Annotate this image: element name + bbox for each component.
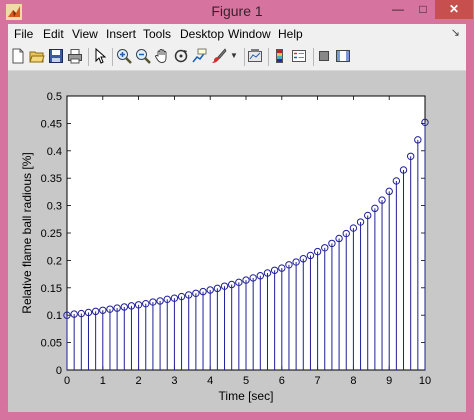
y-tick-label: 0.1 [47, 310, 62, 322]
x-tick-label: 8 [350, 375, 356, 387]
zoom-out-icon[interactable] [135, 48, 151, 64]
pointer-icon[interactable] [92, 48, 108, 64]
toolbar-separator [268, 48, 269, 66]
y-tick-label: 0.2 [47, 255, 62, 267]
save-icon[interactable] [48, 48, 64, 64]
pan-hand-icon[interactable] [154, 48, 170, 64]
figure-toolbar: ▼ [8, 44, 466, 71]
brush-icon[interactable] [211, 48, 227, 64]
toolbar-separator [244, 48, 245, 66]
menu-insert[interactable]: Insert [106, 27, 136, 41]
menu-file[interactable]: File [14, 27, 33, 41]
x-axis-label: Time [sec] [219, 389, 274, 403]
zoom-in-icon[interactable] [116, 48, 132, 64]
toolbar-separator [112, 48, 113, 66]
menu-edit[interactable]: Edit [43, 27, 64, 41]
data-cursor-icon[interactable] [192, 48, 208, 64]
open-file-icon[interactable] [29, 48, 45, 64]
toolbar-separator [313, 48, 314, 66]
brush-dropdown-icon[interactable]: ▼ [230, 48, 238, 64]
x-tick-label: 9 [386, 375, 392, 387]
y-tick-label: 0.45 [41, 118, 62, 130]
y-tick-label: 0.5 [47, 91, 62, 103]
show-plot-tools-icon[interactable] [335, 48, 351, 64]
title-bar[interactable]: Figure 1 — □ ✕ [0, 0, 474, 24]
y-tick-label: 0 [56, 365, 62, 377]
link-plot-icon[interactable] [247, 48, 263, 64]
maximize-button[interactable]: □ [411, 0, 435, 19]
dock-figure-icon[interactable]: ↘ [451, 26, 460, 39]
legend-icon[interactable] [291, 48, 307, 64]
x-tick-label: 7 [315, 375, 321, 387]
menu-view[interactable]: View [72, 27, 98, 41]
y-tick-label: 0.4 [47, 146, 62, 158]
y-axis-label: Relative flame ball radious [%] [20, 152, 34, 313]
x-tick-label: 2 [136, 375, 142, 387]
y-tick-label: 0.15 [41, 283, 62, 295]
x-tick-label: 10 [419, 375, 431, 387]
hide-plot-tools-icon[interactable] [316, 48, 332, 64]
print-icon[interactable] [67, 48, 83, 64]
minimize-button[interactable]: — [385, 0, 411, 19]
rotate-3d-icon[interactable] [173, 48, 189, 64]
y-tick-label: 0.05 [41, 338, 62, 350]
x-tick-label: 6 [279, 375, 285, 387]
colorbar-icon[interactable] [272, 48, 288, 64]
x-tick-label: 1 [100, 375, 106, 387]
stem-plot[interactable]: 0 1 2 3 4 5 6 7 8 9 10 0 0.05 0.1 0.15 0.2 0.25 0.3 0.35 0.… [8, 71, 466, 412]
toolbar-separator [88, 48, 89, 66]
figure-canvas: 0 1 2 3 4 5 6 7 8 9 10 0 0.05 0.1 0.15 0.2 0.25 0.3 0.35 0.… [8, 71, 466, 412]
menu-tools[interactable]: Tools [143, 27, 171, 41]
x-tick-label: 4 [207, 375, 213, 387]
menu-bar: File Edit View Insert Tools Desktop Wind… [8, 24, 466, 44]
menu-help[interactable]: Help [278, 27, 303, 41]
x-tick-label: 0 [64, 375, 70, 387]
menu-desktop[interactable]: Desktop [180, 27, 224, 41]
x-tick-label: 3 [171, 375, 177, 387]
menu-window[interactable]: Window [228, 27, 271, 41]
close-button[interactable]: ✕ [435, 0, 473, 19]
y-tick-label: 0.3 [47, 201, 62, 213]
y-tick-label: 0.25 [41, 228, 62, 240]
y-tick-label: 0.35 [41, 173, 62, 185]
new-figure-icon[interactable] [10, 48, 26, 64]
x-tick-label: 5 [243, 375, 249, 387]
figure-window: Figure 1 — □ ✕ File Edit View Insert Too… [0, 0, 474, 420]
